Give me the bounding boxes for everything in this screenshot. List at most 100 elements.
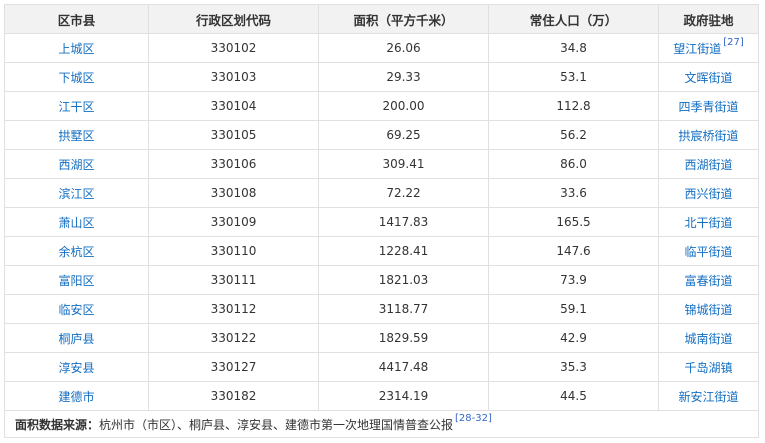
district-area: 309.41 [382, 157, 425, 171]
district-area-cell: 69.25 [318, 120, 489, 150]
source-ref-link[interactable]: [28-32] [455, 413, 492, 424]
district-code-cell: 330104 [148, 91, 319, 121]
government-seat-link-cell: 锦城街道 [658, 294, 759, 324]
district-population: 59.1 [560, 302, 587, 316]
district-area-cell: 4417.48 [318, 352, 489, 382]
district-area-cell: 1829.59 [318, 323, 489, 353]
district-population-cell: 59.1 [488, 294, 659, 324]
district-code: 330105 [210, 128, 257, 142]
district-area: 4417.48 [378, 360, 429, 374]
district-population-cell: 34.8 [488, 33, 659, 63]
district-population: 56.2 [560, 128, 587, 142]
district-code: 330110 [210, 244, 257, 258]
table-row: 上城区 330102 26.06 34.8 望江街道 [27] [4, 33, 759, 63]
table-row: 富阳区 330111 1821.03 73.9 富春街道 [4, 265, 759, 295]
table-row: 建德市 330182 2314.19 44.5 新安江街道 [4, 381, 759, 411]
district-population-cell: 73.9 [488, 265, 659, 295]
district-link[interactable]: 滨江区 [58, 187, 94, 201]
district-code: 330127 [210, 360, 257, 374]
district-code: 330111 [210, 273, 257, 287]
government-seat-link-cell: 西湖街道 [658, 149, 759, 179]
government-seat-link[interactable]: 千岛湖镇 [684, 361, 732, 375]
government-seat-link[interactable]: 城南街道 [684, 332, 732, 346]
district-code: 330122 [210, 331, 257, 345]
district-area-cell: 29.33 [318, 62, 489, 92]
district-area: 3118.77 [378, 302, 429, 316]
district-area-cell: 1417.83 [318, 207, 489, 237]
district-population-cell: 33.6 [488, 178, 659, 208]
government-seat-link[interactable]: 文晖街道 [684, 71, 732, 85]
district-link[interactable]: 拱墅区 [58, 129, 94, 143]
government-seat-link[interactable]: 富春街道 [684, 274, 732, 288]
district-code: 330112 [210, 302, 257, 316]
district-area: 69.25 [386, 128, 421, 142]
government-seat-link[interactable]: 锦城街道 [684, 303, 732, 317]
table-row: 江干区 330104 200.00 112.8 四季青街道 [4, 91, 759, 121]
district-population-cell: 44.5 [488, 381, 659, 411]
district-population-cell: 42.9 [488, 323, 659, 353]
table-row: 萧山区 330109 1417.83 165.5 北干街道 [4, 207, 759, 237]
government-seat-link-cell: 四季青街道 [658, 91, 759, 121]
district-area: 29.33 [386, 70, 421, 84]
district-area: 1821.03 [378, 273, 429, 287]
district-link[interactable]: 下城区 [58, 71, 94, 85]
district-population: 53.1 [560, 70, 587, 84]
district-population-cell: 112.8 [488, 91, 659, 121]
district-population-cell: 53.1 [488, 62, 659, 92]
government-seat-link[interactable]: 北干街道 [684, 216, 732, 230]
district-code-cell: 330122 [148, 323, 319, 353]
table-row: 拱墅区 330105 69.25 56.2 拱宸桥街道 [4, 120, 759, 150]
header-seat: 政府驻地 [658, 4, 759, 34]
government-seat-link[interactable]: 望江街道 [673, 42, 721, 56]
district-link-cell: 桐庐县 [4, 323, 149, 353]
header-area: 面积（平方千米） [318, 4, 489, 34]
district-code-cell: 330106 [148, 149, 319, 179]
district-link-cell: 拱墅区 [4, 120, 149, 150]
table-row: 滨江区 330108 72.22 33.6 西兴街道 [4, 178, 759, 208]
district-link[interactable]: 上城区 [58, 42, 94, 56]
district-link[interactable]: 西湖区 [58, 158, 94, 172]
government-seat-link[interactable]: 临平街道 [684, 245, 732, 259]
district-link[interactable]: 淳安县 [58, 361, 94, 375]
district-link[interactable]: 桐庐县 [58, 332, 94, 346]
district-population: 112.8 [556, 99, 591, 113]
district-code: 330103 [210, 70, 257, 84]
table-row: 西湖区 330106 309.41 86.0 西湖街道 [4, 149, 759, 179]
government-seat-link-cell: 望江街道 [27] [658, 33, 759, 63]
district-link[interactable]: 江干区 [58, 100, 94, 114]
district-population-cell: 165.5 [488, 207, 659, 237]
table-row: 桐庐县 330122 1829.59 42.9 城南街道 [4, 323, 759, 353]
government-seat-link[interactable]: 西湖街道 [684, 158, 732, 172]
district-area: 1829.59 [378, 331, 429, 345]
district-area-cell: 1821.03 [318, 265, 489, 295]
district-link[interactable]: 余杭区 [58, 245, 94, 259]
district-code: 330104 [210, 99, 257, 113]
district-population-cell: 147.6 [488, 236, 659, 266]
district-link[interactable]: 建德市 [58, 390, 94, 404]
district-population: 73.9 [560, 273, 587, 287]
district-population: 34.8 [560, 41, 587, 55]
footer-row: 面积数据来源：杭州市（市区）、桐庐县、淳安县、建德市第一次地理国情普查公报 [28… [4, 410, 759, 438]
district-area: 2314.19 [378, 389, 429, 403]
district-code-cell: 330103 [148, 62, 319, 92]
government-seat-link[interactable]: 拱宸桥街道 [678, 129, 738, 143]
table-row: 下城区 330103 29.33 53.1 文晖街道 [4, 62, 759, 92]
government-seat-link[interactable]: 西兴街道 [684, 187, 732, 201]
district-link[interactable]: 富阳区 [58, 274, 94, 288]
district-link-cell: 余杭区 [4, 236, 149, 266]
district-link[interactable]: 萧山区 [58, 216, 94, 230]
district-link-cell: 江干区 [4, 91, 149, 121]
government-seat-link-cell: 城南街道 [658, 323, 759, 353]
table-row: 临安区 330112 3118.77 59.1 锦城街道 [4, 294, 759, 324]
district-population-cell: 35.3 [488, 352, 659, 382]
district-code: 330109 [210, 215, 257, 229]
government-seat-link-cell: 千岛湖镇 [658, 352, 759, 382]
government-seat-link[interactable]: 四季青街道 [678, 100, 738, 114]
government-seat-link[interactable]: 新安江街道 [678, 390, 738, 404]
district-area-cell: 2314.19 [318, 381, 489, 411]
citation-link[interactable]: [27] [723, 37, 744, 48]
source-label: 面积数据来源： [15, 417, 100, 432]
district-link[interactable]: 临安区 [58, 303, 94, 317]
district-area: 26.06 [386, 41, 421, 55]
district-link-cell: 富阳区 [4, 265, 149, 295]
